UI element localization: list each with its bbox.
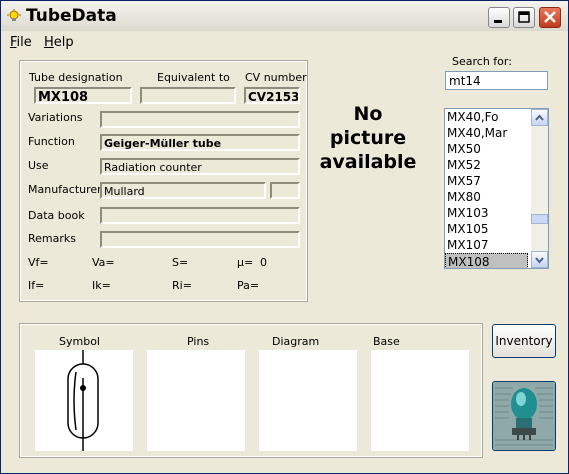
window-title: TubeData	[26, 6, 117, 26]
tube-list-item[interactable]: MX105	[445, 221, 528, 237]
scroll-up-icon	[535, 114, 544, 121]
ik-label: Ik=	[92, 279, 111, 292]
equivalent-to-label: Equivalent to	[157, 71, 230, 84]
scroll-up-button[interactable]	[531, 109, 548, 126]
search-input[interactable]: mt14	[445, 71, 548, 90]
menu-file[interactable]: File	[10, 35, 32, 50]
maximize-icon	[518, 11, 530, 23]
s-label: S=	[172, 256, 189, 269]
menu-help[interactable]: Help	[44, 35, 74, 50]
picture-placeholder: No picture available	[318, 102, 418, 174]
ri-label: Ri=	[172, 279, 192, 292]
base-image	[371, 350, 469, 451]
close-icon	[544, 11, 556, 23]
remarks-label: Remarks	[28, 232, 76, 245]
variations-label: Variations	[28, 111, 83, 124]
mu-label: µ=	[237, 256, 254, 269]
data-book-label: Data book	[28, 209, 85, 222]
tube-list[interactable]: MX40,Fo MX40,Mar MX50 MX52 MX57 MX80 MX103 MX10…	[444, 108, 549, 269]
picture-line-3: available	[319, 151, 417, 173]
menu-bar: File Help	[1, 32, 568, 54]
manufacturer-label: Manufacturer	[28, 183, 102, 196]
tube-designation-label: Tube designation	[29, 71, 123, 84]
scroll-thumb[interactable]	[531, 214, 548, 224]
use-field[interactable]: Radiation counter	[100, 158, 300, 175]
lightbulb-icon	[7, 9, 21, 21]
maximize-button[interactable]	[513, 7, 535, 28]
main-window: TubeData File Help Tube designation Equi…	[0, 0, 569, 474]
pa-label: Pa=	[237, 279, 260, 292]
vf-label: Vf=	[28, 256, 49, 269]
picture-line-1: No	[353, 103, 383, 125]
minimize-button[interactable]	[488, 7, 510, 28]
tube-logo-icon	[493, 382, 555, 450]
variations-field[interactable]	[100, 111, 300, 128]
manufacturer-code-field[interactable]	[270, 182, 300, 199]
pins-image	[147, 350, 245, 451]
symbol-label: Symbol	[59, 335, 100, 348]
tube-list-item[interactable]: MX103	[445, 205, 528, 221]
tube-list-item[interactable]: MX108	[445, 253, 528, 268]
function-field[interactable]: Geiger-Müller tube	[100, 134, 300, 151]
tube-list-item[interactable]: MX40,Fo	[445, 109, 528, 125]
close-button[interactable]	[539, 7, 561, 28]
data-book-field[interactable]	[100, 207, 300, 224]
title-bar[interactable]: TubeData	[1, 1, 568, 31]
tube-list-item[interactable]: MX80	[445, 189, 528, 205]
scroll-down-icon	[535, 257, 544, 264]
minimize-icon	[494, 20, 502, 23]
manufacturer-field[interactable]: Mullard	[100, 182, 266, 199]
if-label: If=	[28, 279, 45, 292]
symbol-image	[35, 350, 133, 451]
va-label: Va=	[92, 256, 115, 269]
picture-line-2: picture	[329, 127, 407, 149]
tube-logo-button[interactable]	[492, 381, 556, 451]
inventory-button[interactable]: Inventory	[492, 324, 556, 358]
scroll-down-button[interactable]	[531, 251, 548, 268]
tube-list-item[interactable]: MX50	[445, 141, 528, 157]
tube-list-item[interactable]: MX57	[445, 173, 528, 189]
search-label: Search for:	[452, 55, 512, 68]
equivalent-to-field[interactable]	[140, 87, 236, 104]
pins-label: Pins	[187, 335, 210, 348]
cv-number-field[interactable]: CV2153	[244, 87, 300, 104]
function-label: Function	[28, 135, 75, 148]
remarks-field[interactable]	[100, 231, 300, 248]
tube-list-item[interactable]: MX107	[445, 237, 528, 253]
diagram-label: Diagram	[272, 335, 320, 348]
tube-list-item[interactable]: MX52	[445, 157, 528, 173]
tube-list-item[interactable]: MX40,Mar	[445, 125, 528, 141]
mu-value: 0	[260, 256, 267, 269]
cv-number-label: CV number	[245, 71, 307, 84]
base-label: Base	[373, 335, 400, 348]
diagram-image	[259, 350, 357, 451]
geiger-tube-symbol-icon	[67, 350, 99, 451]
tube-designation-field[interactable]: MX108	[34, 87, 132, 104]
list-scrollbar[interactable]	[531, 109, 548, 268]
use-label: Use	[28, 159, 49, 172]
